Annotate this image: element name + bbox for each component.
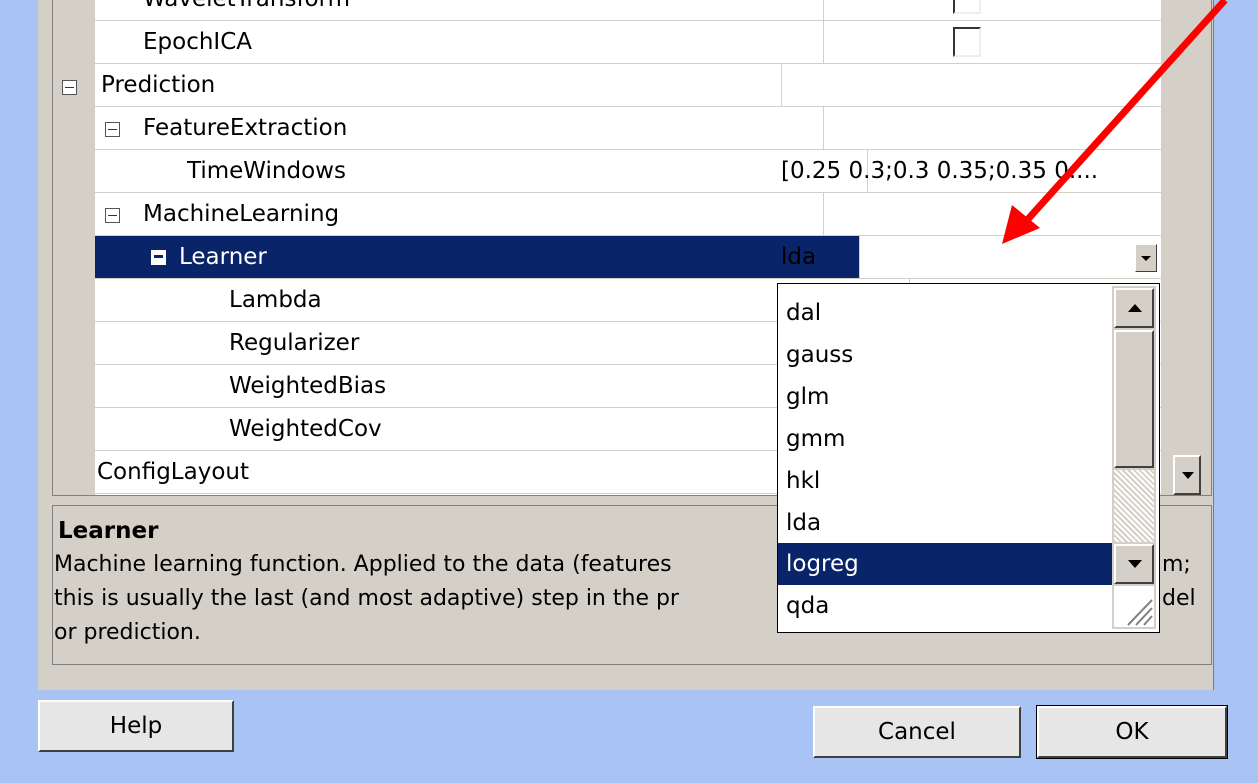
row-label: Learner	[95, 236, 860, 278]
collapse-featureextraction-icon[interactable]	[105, 122, 120, 137]
description-title: Learner	[58, 518, 159, 544]
annotation-arrow-icon	[1002, 0, 1228, 244]
dropdown-option-gmm[interactable]: gmm	[778, 418, 1112, 460]
description-line-3: or prediction.	[54, 620, 201, 645]
resize-grip-icon[interactable]	[1114, 586, 1154, 627]
dropdown-scroll-up-button[interactable]	[1114, 288, 1154, 328]
dropdown-option-hkl[interactable]: hkl	[778, 460, 1112, 502]
dropdown-scroll-down-button[interactable]	[1114, 544, 1154, 584]
arrow-down-icon	[1128, 560, 1142, 568]
scroll-down-button[interactable]	[1173, 455, 1201, 495]
learner-value-text: lda	[781, 244, 817, 270]
learner-dropdown-list[interactable]: dal gauss glm gmm hkl lda logreg qda	[777, 283, 1160, 633]
dropdown-scroll-track[interactable]	[1114, 470, 1154, 542]
property-grid-gutter	[53, 0, 95, 495]
dropdown-scrollbar[interactable]	[1112, 286, 1156, 629]
row-label: TimeWindows	[95, 150, 868, 192]
description-line-1: Machine learning function. Applied to th…	[54, 552, 672, 577]
dropdown-option-qda[interactable]: qda	[778, 585, 1112, 627]
row-label: EpochICA	[95, 21, 824, 63]
collapse-prediction-icon[interactable]	[62, 80, 77, 95]
row-label: Prediction	[95, 64, 782, 106]
dropdown-option-dal[interactable]: dal	[778, 292, 1112, 334]
row-label: FeatureExtraction	[95, 107, 824, 149]
description-line-2-end: del	[1162, 586, 1196, 611]
arrow-down-icon	[1182, 472, 1194, 479]
collapse-learner-icon[interactable]	[151, 250, 166, 265]
wavelettransform-checkbox[interactable]	[953, 0, 981, 14]
collapse-machinelearning-icon[interactable]	[105, 208, 120, 223]
row-label: WaveletTransform	[95, 0, 824, 20]
arrow-up-icon	[1128, 304, 1142, 312]
row-label: MachineLearning	[95, 193, 824, 235]
cancel-button[interactable]: Cancel	[813, 706, 1021, 758]
epochica-checkbox[interactable]	[953, 27, 981, 57]
description-line-1-end: m;	[1162, 552, 1191, 577]
dropdown-option-lda[interactable]: lda	[778, 502, 1112, 544]
row-label: ConfigLayout	[95, 451, 778, 493]
ok-button[interactable]: OK	[1036, 705, 1228, 759]
dropdown-option-glm[interactable]: glm	[778, 376, 1112, 418]
dropdown-option-logreg[interactable]: logreg	[778, 543, 1112, 585]
description-line-2: this is usually the last (and most adapt…	[54, 586, 679, 611]
help-button[interactable]: Help	[38, 700, 234, 752]
dropdown-scroll-thumb[interactable]	[1114, 330, 1154, 468]
dropdown-option-gauss[interactable]: gauss	[778, 334, 1112, 376]
